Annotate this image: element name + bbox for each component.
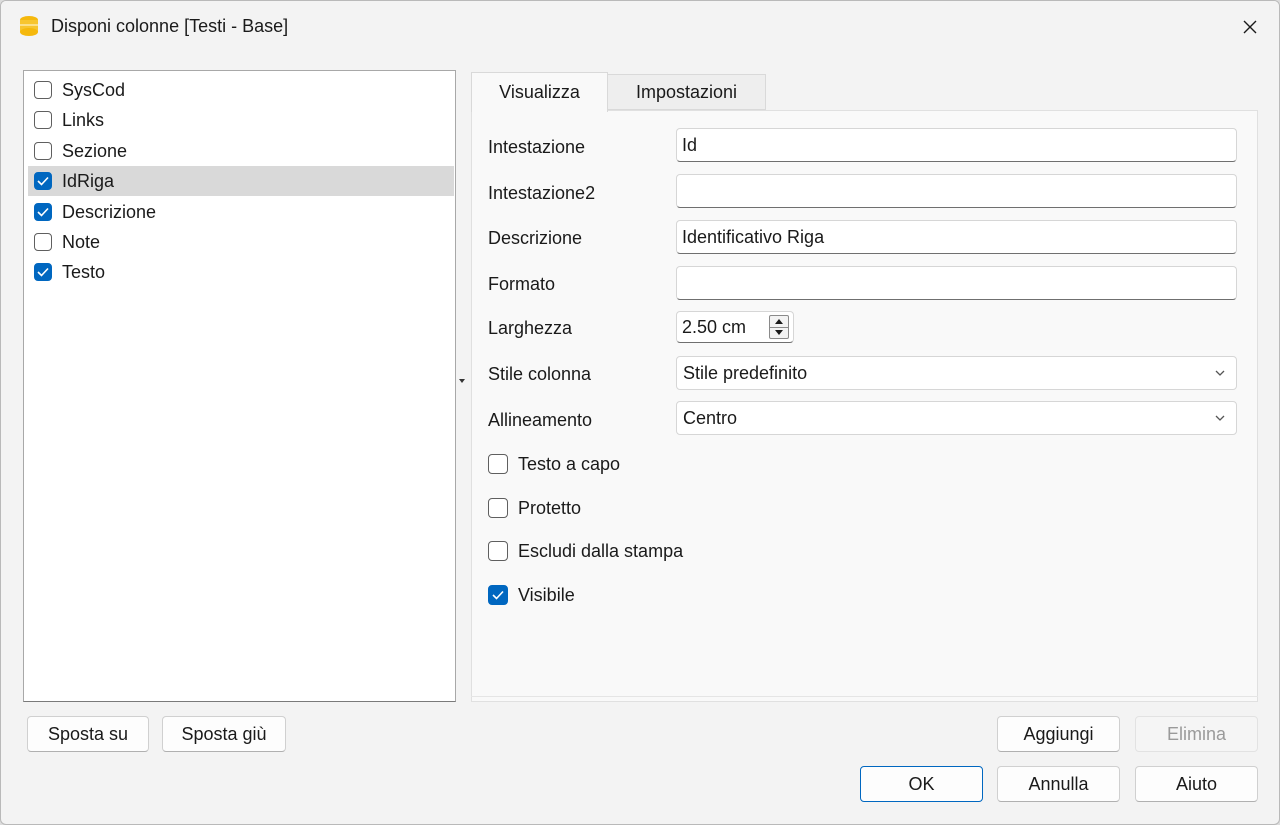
larghezza-spinbox[interactable]: 2.50 cm [676, 311, 794, 343]
option-label: Escludi dalla stampa [518, 540, 684, 561]
stile-colonna-dropdown[interactable]: Stile predefinito [676, 356, 1237, 390]
move-up-button[interactable]: Sposta su [27, 716, 149, 752]
option-testo-a-capo[interactable]: Testo a capo [488, 452, 620, 476]
formato-label: Formato [488, 274, 556, 294]
checkmark-icon [37, 176, 49, 186]
list-item-links[interactable]: Links [28, 105, 454, 135]
checkmark-icon [37, 267, 49, 277]
dropdown-value: Centro [683, 407, 738, 428]
checkbox[interactable] [488, 498, 508, 518]
list-item-sezione[interactable]: Sezione [28, 136, 454, 166]
close-icon [1243, 20, 1257, 34]
list-item-label: IdRiga [62, 170, 115, 191]
checkbox[interactable] [34, 81, 52, 99]
descrizione-label: Descrizione [488, 228, 583, 248]
list-item-idriga[interactable]: IdRiga [28, 166, 454, 196]
close-button[interactable] [1221, 1, 1279, 53]
delete-button[interactable]: Elimina [1135, 716, 1258, 752]
intestazione2-label: Intestazione2 [488, 183, 596, 203]
chevron-down-icon [1215, 370, 1225, 376]
formato-field[interactable] [676, 266, 1237, 300]
add-button[interactable]: Aggiungi [997, 716, 1120, 752]
move-down-button[interactable]: Sposta giù [162, 716, 286, 752]
option-visibile[interactable]: Visibile [488, 583, 575, 607]
stile-colonna-label: Stile colonna [488, 364, 592, 384]
list-item-label: Testo [62, 261, 106, 282]
allineamento-dropdown[interactable]: Centro [676, 401, 1237, 435]
checkbox[interactable] [34, 233, 52, 251]
triangle-down-icon [775, 330, 783, 335]
triangle-up-icon [775, 319, 783, 324]
dialog-window: Disponi colonne [Testi - Base] SysCod Li… [0, 0, 1280, 825]
chevron-down-icon [1215, 415, 1225, 421]
list-item-label: SysCod [62, 79, 126, 100]
list-item-label: Sezione [62, 140, 128, 161]
checkbox[interactable] [488, 541, 508, 561]
checkbox[interactable] [488, 585, 508, 605]
list-item-label: Links [62, 109, 105, 130]
checkbox[interactable] [34, 142, 52, 160]
list-item-testo[interactable]: Testo [28, 257, 454, 287]
list-item-syscod[interactable]: SysCod [28, 75, 454, 105]
help-button[interactable]: Aiuto [1135, 766, 1258, 802]
larghezza-label: Larghezza [488, 318, 573, 338]
tab-label: Impostazioni [635, 81, 738, 102]
descrizione-field[interactable]: Identificativo Riga [676, 220, 1237, 254]
title-bar: Disponi colonne [Testi - Base] [1, 1, 1279, 53]
tab-impostazioni[interactable]: Impostazioni [608, 74, 766, 110]
app-icon [19, 15, 39, 37]
option-label: Testo a capo [518, 453, 621, 474]
allineamento-label: Allineamento [488, 410, 593, 430]
cancel-button[interactable]: Annulla [997, 766, 1120, 802]
intestazione-label: Intestazione [488, 137, 586, 157]
spin-buttons [769, 315, 789, 339]
list-item-label: Descrizione [62, 201, 157, 222]
columns-list[interactable]: SysCod Links Sezione IdRiga Descrizione … [23, 70, 456, 702]
dropdown-value: Stile predefinito [683, 362, 808, 383]
option-protetto[interactable]: Protetto [488, 496, 581, 520]
splitter-handle[interactable] [459, 379, 465, 383]
list-item-descrizione[interactable]: Descrizione [28, 197, 454, 227]
checkbox[interactable] [34, 111, 52, 129]
option-label: Protetto [518, 497, 582, 518]
window-title: Disponi colonne [Testi - Base] [51, 16, 289, 36]
checkbox[interactable] [34, 203, 52, 221]
intestazione-field[interactable]: Id [676, 128, 1237, 162]
checkmark-icon [37, 207, 49, 217]
option-escludi-dalla-stampa[interactable]: Escludi dalla stampa [488, 539, 683, 563]
checkbox[interactable] [34, 172, 52, 190]
spin-down-button[interactable] [770, 327, 788, 338]
divider [471, 696, 1258, 697]
tab-visualizza[interactable]: Visualizza [471, 72, 608, 112]
larghezza-value[interactable]: 2.50 cm [682, 317, 746, 338]
intestazione2-field[interactable] [676, 174, 1237, 208]
option-label: Visibile [518, 584, 575, 605]
checkmark-icon [492, 590, 504, 600]
tab-label: Visualizza [499, 82, 580, 102]
list-item-label: Note [62, 231, 101, 252]
checkbox[interactable] [34, 263, 52, 281]
list-item-note[interactable]: Note [28, 227, 454, 257]
ok-button[interactable]: OK [860, 766, 983, 802]
checkbox[interactable] [488, 454, 508, 474]
